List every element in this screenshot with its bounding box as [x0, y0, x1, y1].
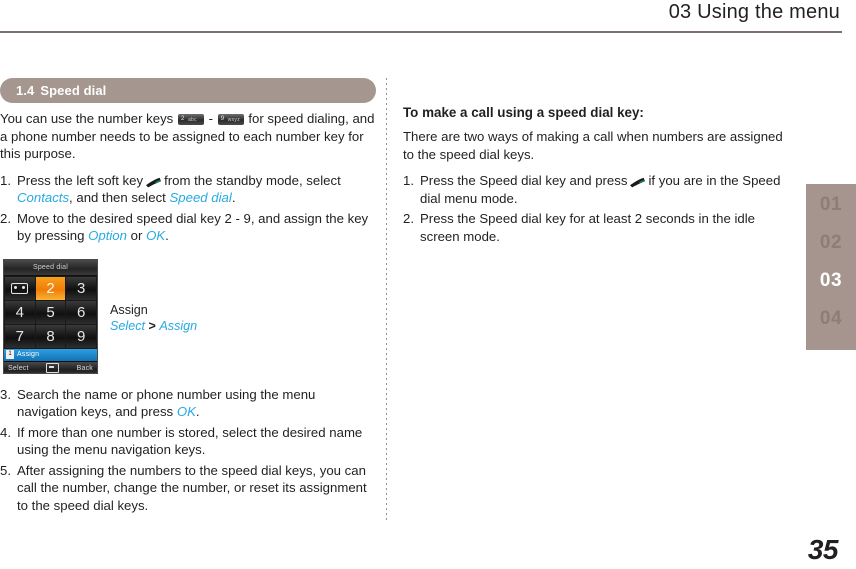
list-marker: 1.	[403, 173, 414, 188]
phone-menu-index: 1	[6, 350, 14, 359]
column-divider	[386, 78, 387, 521]
section-header-bar: 1.4 Speed dial	[0, 78, 376, 103]
figure-caption: Assign Select > Assign	[110, 302, 197, 334]
phone-screen-title: Speed dial	[4, 259, 97, 276]
list-marker: 3.	[0, 386, 11, 402]
step-text-post: .	[165, 228, 169, 243]
list-item: 5. After assigning the numbers to the sp…	[0, 462, 376, 515]
ui-reference-contacts: Contacts	[17, 190, 70, 205]
chapter-tab-item-04[interactable]: 04	[806, 308, 856, 330]
phone-key-7[interactable]: 7	[5, 324, 35, 348]
step-text-pre: After assigning the numbers to the speed…	[17, 462, 367, 513]
left-steps-list-1: 1. Press the left soft key from the stand…	[0, 172, 376, 245]
list-item: 2. Press the Speed dial key for at least…	[403, 210, 796, 245]
phone-key-6[interactable]: 6	[66, 300, 96, 324]
phone-menu-label: Assign	[17, 351, 40, 358]
step-text-post: .	[231, 190, 236, 205]
phone-softkey-bar: Select Back	[4, 360, 97, 373]
right-column-heading: To make a call using a speed dial key:	[403, 105, 644, 120]
step-text-mid2: or	[130, 228, 143, 243]
ui-reference-speed-dial: Speed dial	[169, 190, 232, 205]
header-divider-rule	[0, 31, 842, 33]
center-key-icon[interactable]	[46, 363, 60, 373]
keycap-letters: abc	[187, 117, 197, 123]
ui-reference-ok: OK	[146, 228, 166, 243]
keycap-letters: wxyz	[227, 117, 240, 123]
list-item: 4. If more than one number is stored, se…	[0, 424, 376, 459]
softkey-right-back[interactable]: Back	[77, 365, 93, 372]
list-marker: 5.	[0, 462, 11, 478]
ui-reference-option: Option	[88, 228, 127, 243]
keycap-digit: 9	[220, 116, 225, 122]
page-header: 03 Using the menu	[0, 0, 856, 34]
figure-caption-title: Assign	[110, 302, 148, 317]
chapter-tab: 01 02 03 04	[806, 184, 856, 350]
send-key-icon	[629, 177, 646, 188]
list-marker: 1.	[0, 172, 11, 188]
chapter-tab-item-03[interactable]: 03	[806, 270, 856, 292]
list-marker: 2.	[0, 210, 11, 226]
caption-path-select: Select	[110, 318, 146, 333]
step-text-post: .	[195, 404, 200, 419]
intro-pre-text: You can use the number keys	[0, 111, 174, 126]
voicemail-icon	[11, 282, 29, 294]
right-column: To make a call using a speed dial key: T…	[403, 104, 796, 248]
chapter-tab-item-02[interactable]: 02	[806, 232, 856, 254]
keycap-2-abc-icon: 2 abc	[177, 114, 204, 125]
step-text-pre: Press the left soft key	[17, 172, 144, 188]
list-item: 3. Search the name or phone number using…	[0, 386, 376, 421]
section-number: 1.4	[16, 83, 35, 98]
caption-path-assign: Assign	[159, 318, 198, 333]
phone-key-8[interactable]: 8	[35, 324, 66, 348]
keycap-9-wxyz-icon: 9 wxyz	[217, 114, 244, 125]
left-steps-list-2: 3. Search the name or phone number using…	[0, 386, 376, 515]
step-text-pre: Move to the desired speed dial key 2 - 9…	[17, 210, 369, 244]
phone-key-3[interactable]: 3	[66, 276, 96, 300]
list-marker: 2.	[403, 211, 414, 226]
list-item: 2. Move to the desired speed dial key 2 …	[0, 210, 376, 245]
send-key-icon	[145, 177, 162, 188]
phone-key-voicemail[interactable]	[5, 276, 35, 300]
section-title: Speed dial	[40, 83, 107, 98]
page-number: 35	[807, 534, 839, 565]
page-title: 03 Using the menu	[668, 1, 840, 23]
phone-key-9[interactable]: 9	[66, 324, 96, 348]
figure-caption-path: Select > Assign	[110, 318, 197, 334]
step-text-pre: Press the Speed dial key for at least 2 …	[420, 211, 756, 244]
softkey-left-select[interactable]: Select	[8, 365, 29, 372]
phone-key-2[interactable]: 2	[35, 276, 66, 300]
caption-path-separator: >	[148, 318, 156, 333]
list-marker: 4.	[0, 424, 11, 440]
right-steps-list: 1. Press the Speed dial key and press if …	[403, 172, 796, 245]
phone-key-5[interactable]: 5	[35, 300, 66, 324]
ui-reference-ok: OK	[176, 404, 196, 419]
step-text-mid2: , and then select	[69, 190, 166, 205]
phone-highlighted-menu-row[interactable]: 1 Assign	[4, 348, 97, 361]
step-text-pre: Press the Speed dial key and press	[420, 173, 628, 188]
phone-key-4[interactable]: 4	[5, 300, 35, 324]
intro-dash: -	[208, 111, 214, 126]
left-column: 1.4 Speed dial You can use the number key…	[0, 78, 376, 517]
step-text-mid: from the standby mode, select	[164, 172, 341, 188]
phone-speed-dial-grid: 2 3 4 5 6 7 8 9	[4, 275, 97, 349]
right-column-lead: There are two ways of making a call when…	[403, 129, 783, 162]
step-text-pre: Search the name or phone number using th…	[17, 386, 316, 420]
chapter-tab-item-01[interactable]: 01	[806, 194, 856, 216]
phone-screenshot: Speed dial 2 3 4 5 6 7 8 9 1 Assign Sele…	[3, 258, 98, 374]
step-text-pre: If more than one number is stored, selec…	[17, 424, 363, 458]
intro-paragraph: You can use the number keys 2 abc - 9 wx…	[0, 110, 376, 163]
list-item: 1. Press the Speed dial key and press if …	[403, 172, 796, 207]
keycap-digit: 2	[180, 116, 185, 122]
list-item: 1. Press the left soft key from the stand…	[0, 172, 376, 207]
phone-figure: Speed dial 2 3 4 5 6 7 8 9 1 Assign Sele…	[0, 258, 376, 377]
